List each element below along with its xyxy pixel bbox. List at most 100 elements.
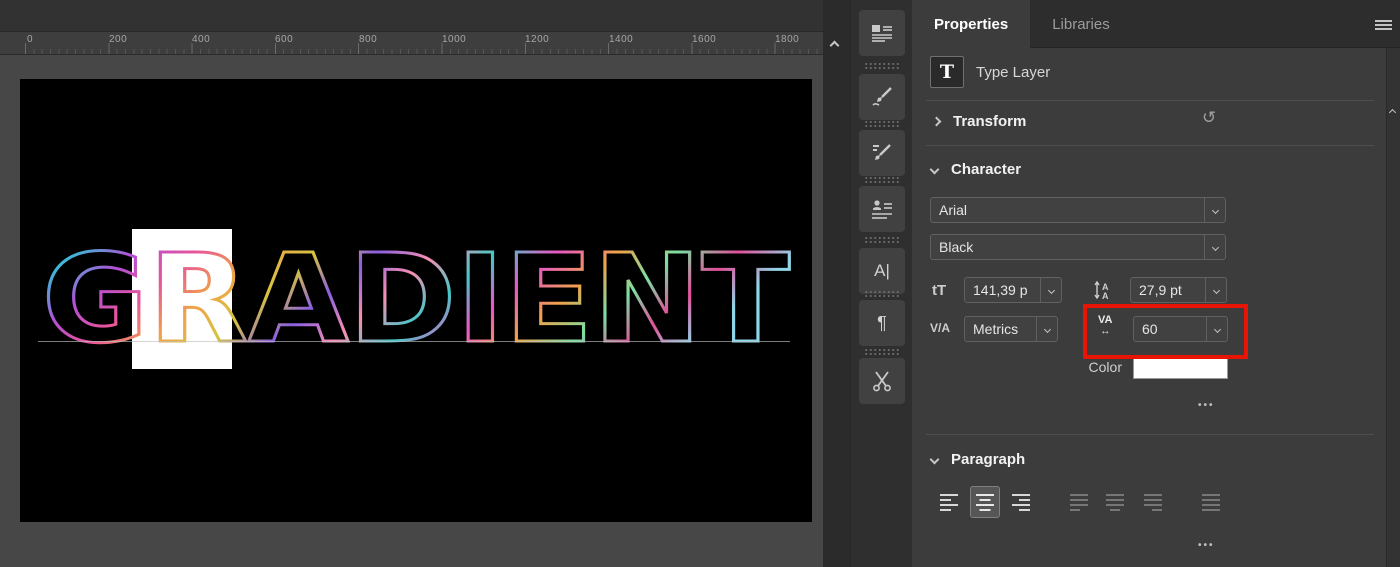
justify-last-left-icon (1070, 494, 1088, 511)
character-styles-panel-icon (872, 200, 892, 219)
type-layer-icon: T (930, 56, 964, 88)
paragraph-panel-icon: ¶ (877, 312, 887, 333)
dock-grip-handle[interactable] (864, 62, 900, 70)
brushes-panel-icon (873, 144, 891, 160)
paragraph-more-options-button[interactable]: ••• (1198, 540, 1215, 551)
justify-last-center-icon (1106, 494, 1124, 511)
ruler-tick: 1000 (442, 34, 467, 45)
font-family-dropdown-button[interactable] (1204, 198, 1225, 222)
ruler-tick: 800 (359, 34, 378, 45)
panel-menu-icon[interactable] (1375, 20, 1392, 30)
canvas-workspace: GRADIENT (0, 55, 823, 567)
tab-libraries-label: Libraries (1052, 15, 1110, 33)
transform-section-header[interactable]: Transform (931, 113, 1027, 130)
dock-button-scissors[interactable] (859, 358, 905, 404)
character-panel-icon: A| (874, 261, 890, 280)
ruler-tick: 1200 (525, 34, 550, 45)
divider (926, 434, 1374, 435)
tracking-icon-arrow: ↔ (1100, 326, 1111, 337)
ruler-tick: 1400 (609, 34, 634, 45)
text-color-swatch[interactable] (1133, 357, 1228, 379)
character-label: Character (951, 161, 1022, 178)
layer-type-label: Type Layer (976, 64, 1051, 81)
font-style-select[interactable]: Black (930, 234, 1226, 260)
justify-last-center-button[interactable] (1100, 486, 1130, 518)
gradient-text: GRADIENT (41, 245, 792, 355)
dock-button-character-styles[interactable] (859, 186, 905, 232)
tab-libraries[interactable]: Libraries (1030, 0, 1132, 48)
kerning-select[interactable]: Metrics (964, 316, 1058, 342)
dock-grip-handle[interactable] (864, 120, 900, 128)
chevron-right-icon (931, 116, 942, 127)
dock-grip-handle[interactable] (864, 176, 900, 184)
type-layer-icon-letter: T (939, 61, 955, 83)
scroll-up-icon[interactable] (829, 40, 840, 51)
character-more-options-button[interactable]: ••• (1198, 400, 1215, 411)
font-style-dropdown-button[interactable] (1204, 235, 1225, 259)
dock-button-brush-settings[interactable] (859, 74, 905, 120)
chevron-down-icon (1047, 286, 1055, 294)
font-size-dropdown-button[interactable] (1040, 278, 1061, 302)
color-label: Color (1088, 359, 1122, 375)
text-baseline-guide (38, 341, 790, 342)
font-size-select[interactable]: 141,39 p (964, 277, 1062, 303)
tracking-value: 60 (1142, 321, 1158, 337)
chevron-down-icon (1212, 286, 1220, 294)
justify-last-left-button[interactable] (1064, 486, 1094, 518)
document-tab-bar (0, 0, 823, 32)
tracking-icon-letters: VA (1098, 314, 1113, 326)
dock-button-character-panel[interactable]: A| (859, 248, 905, 294)
font-family-select[interactable]: Arial (930, 197, 1226, 223)
scrollbar-up-icon (1388, 108, 1397, 117)
svg-text:A: A (1102, 291, 1109, 300)
tracking-select[interactable]: 60 (1133, 316, 1228, 342)
ruler-tick: 400 (192, 34, 211, 45)
ruler-tick: 600 (275, 34, 294, 45)
panel-dock: A| ¶ (850, 0, 912, 567)
transform-label: Transform (953, 113, 1027, 130)
horizontal-ruler[interactable]: 0 200 400 600 800 1000 1200 1400 1600 18… (0, 32, 823, 55)
document-canvas[interactable]: GRADIENT (20, 79, 812, 522)
tracking-dropdown-button[interactable] (1206, 317, 1227, 341)
kerning-value: Metrics (973, 321, 1019, 337)
ruler-tick: 1600 (692, 34, 717, 45)
kerning-icon: V/A (930, 321, 951, 335)
align-right-button[interactable] (1006, 486, 1036, 518)
dock-grip-handle[interactable] (864, 348, 900, 356)
font-style-value: Black (939, 239, 974, 255)
leading-dropdown-button[interactable] (1205, 278, 1226, 302)
ruler-tick: 1800 (775, 34, 800, 45)
scissors-icon (873, 371, 891, 392)
font-size-value: 141,39 p (973, 282, 1028, 298)
panel-scrollbar[interactable] (1386, 48, 1400, 567)
reset-transform-icon[interactable]: ↺ (1202, 108, 1216, 128)
kerning-dropdown-button[interactable] (1036, 317, 1057, 341)
properties-panel: Properties Libraries T Type Layer Transf… (912, 0, 1400, 567)
character-section-header[interactable]: Character (929, 161, 1022, 178)
photoshop-window: 0 200 400 600 800 1000 1200 1400 1600 18… (0, 0, 1400, 567)
align-right-icon (1012, 494, 1030, 511)
dock-button-brushes[interactable] (859, 130, 905, 176)
leading-select[interactable]: 27,9 pt (1130, 277, 1227, 303)
tab-properties[interactable]: Properties (912, 0, 1031, 48)
align-center-button[interactable] (970, 486, 1000, 518)
dock-button-paragraph-styles[interactable] (859, 10, 905, 56)
brush-settings-panel-icon (872, 87, 892, 106)
dock-grip-handle[interactable] (864, 290, 900, 298)
chevron-down-icon (1043, 325, 1051, 333)
justify-all-icon (1202, 494, 1220, 511)
paragraph-section-header[interactable]: Paragraph (929, 451, 1026, 468)
panel-tab-bar: Properties Libraries (912, 0, 1400, 48)
font-size-icon: tT (932, 282, 947, 299)
paragraph-label: Paragraph (951, 451, 1026, 468)
dock-button-paragraph-panel[interactable]: ¶ (859, 300, 905, 346)
align-left-button[interactable] (934, 486, 964, 518)
dock-grip-handle[interactable] (864, 236, 900, 244)
justify-all-button[interactable] (1196, 486, 1226, 518)
leading-icon: A A (1094, 280, 1109, 300)
chevron-down-icon (1211, 243, 1219, 251)
tracking-icon: VA ↔ (1098, 314, 1113, 338)
ruler-tick: 200 (109, 34, 128, 45)
justify-last-right-button[interactable] (1138, 486, 1168, 518)
tab-properties-label: Properties (934, 15, 1009, 33)
